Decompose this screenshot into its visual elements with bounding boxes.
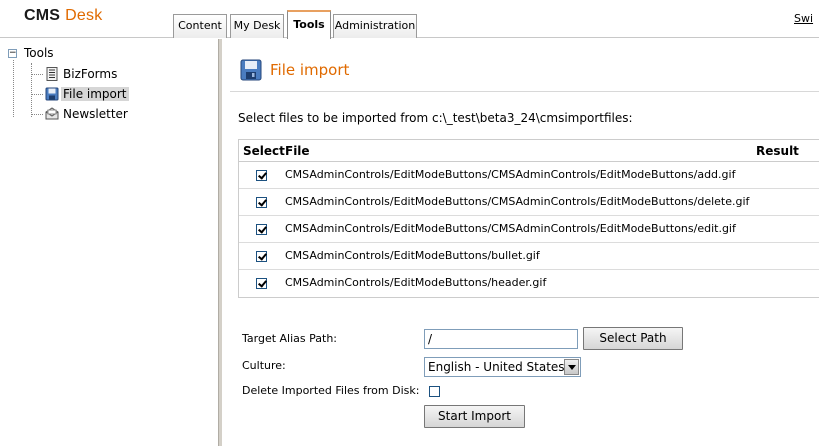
table-row: CMSAdminControls/EditModeButtons/CMSAdmi… [239, 162, 819, 189]
file-name: CMSAdminControls/EditModeButtons/bullet.… [285, 249, 540, 262]
delete-files-checkbox[interactable] [429, 386, 440, 397]
table-row: CMSAdminControls/EditModeButtons/CMSAdmi… [239, 189, 819, 216]
newsletter-icon [45, 107, 59, 120]
table-row: CMSAdminControls/EditModeButtons/header.… [239, 270, 819, 297]
table-row: CMSAdminControls/EditModeButtons/CMSAdmi… [239, 216, 819, 243]
tree-item-newsletter[interactable]: Newsletter [61, 106, 130, 123]
alias-path-input[interactable] [424, 329, 578, 349]
app-logo: CMS Desk [24, 7, 102, 25]
file-select-checkbox[interactable] [256, 251, 267, 262]
collapse-icon[interactable]: − [8, 49, 17, 58]
tree-connector [31, 114, 43, 115]
tree-item-bizforms[interactable]: BizForms [61, 66, 119, 83]
tab-tools[interactable]: Tools [287, 10, 331, 39]
culture-label: Culture: [242, 359, 286, 372]
tree-connector [13, 60, 14, 117]
column-header-result: Result [756, 144, 799, 158]
chevron-down-icon[interactable] [564, 359, 579, 375]
delete-files-label: Delete Imported Files from Disk: [242, 384, 420, 397]
form-icon [46, 67, 58, 81]
tab-administration[interactable]: Administration [333, 14, 417, 38]
file-table: Select File Result CMSAdminControls/Edit… [238, 139, 819, 298]
logo-accent-text: Desk [65, 7, 103, 24]
table-header: Select File Result [239, 140, 819, 162]
tree-connector [31, 94, 43, 95]
instructions-text: Select files to be imported from c:\_tes… [238, 111, 633, 125]
column-header-select: Select [243, 144, 285, 158]
file-name: CMSAdminControls/EditModeButtons/header.… [285, 276, 547, 289]
file-select-checkbox[interactable] [256, 224, 267, 235]
file-name: CMSAdminControls/EditModeButtons/CMSAdmi… [285, 195, 750, 208]
alias-path-label: Target Alias Path: [242, 332, 338, 345]
tree-item-label: File import [61, 87, 129, 101]
tree-item-file-import[interactable]: File import [61, 86, 129, 103]
file-select-checkbox[interactable] [256, 278, 267, 289]
main-content: File import Select files to be imported … [222, 39, 819, 446]
tools-tree: − Tools BizForms File import Newsletter [0, 39, 218, 446]
file-select-checkbox[interactable] [256, 197, 267, 208]
select-path-button[interactable]: Select Path [583, 327, 683, 350]
file-import-icon [240, 59, 262, 81]
logo-main-text: CMS [24, 7, 61, 24]
tab-content[interactable]: Content [173, 14, 227, 38]
tree-root-tools[interactable]: Tools [22, 45, 56, 62]
title-divider [230, 91, 819, 92]
file-select-checkbox[interactable] [256, 170, 267, 181]
file-name: CMSAdminControls/EditModeButtons/CMSAdmi… [285, 168, 736, 181]
tree-connector [31, 74, 43, 75]
tab-my-desk[interactable]: My Desk [230, 14, 284, 38]
switch-link[interactable]: Swi [794, 12, 813, 25]
table-row: CMSAdminControls/EditModeButtons/bullet.… [239, 243, 819, 270]
tree-connector [31, 63, 32, 117]
tree-root-label: Tools [24, 46, 54, 60]
culture-select[interactable]: English - United States [424, 357, 581, 377]
tree-item-label: Newsletter [63, 107, 128, 121]
file-name: CMSAdminControls/EditModeButtons/CMSAdmi… [285, 222, 736, 235]
start-import-button[interactable]: Start Import [424, 405, 525, 428]
culture-selected-value: English - United States [428, 360, 565, 374]
page-title: File import [270, 61, 350, 79]
column-header-file: File [285, 144, 310, 158]
file-import-icon [45, 87, 59, 101]
tree-item-label: BizForms [63, 67, 118, 81]
header-bar: CMS Desk Content My Desk Tools Administra… [0, 0, 819, 39]
